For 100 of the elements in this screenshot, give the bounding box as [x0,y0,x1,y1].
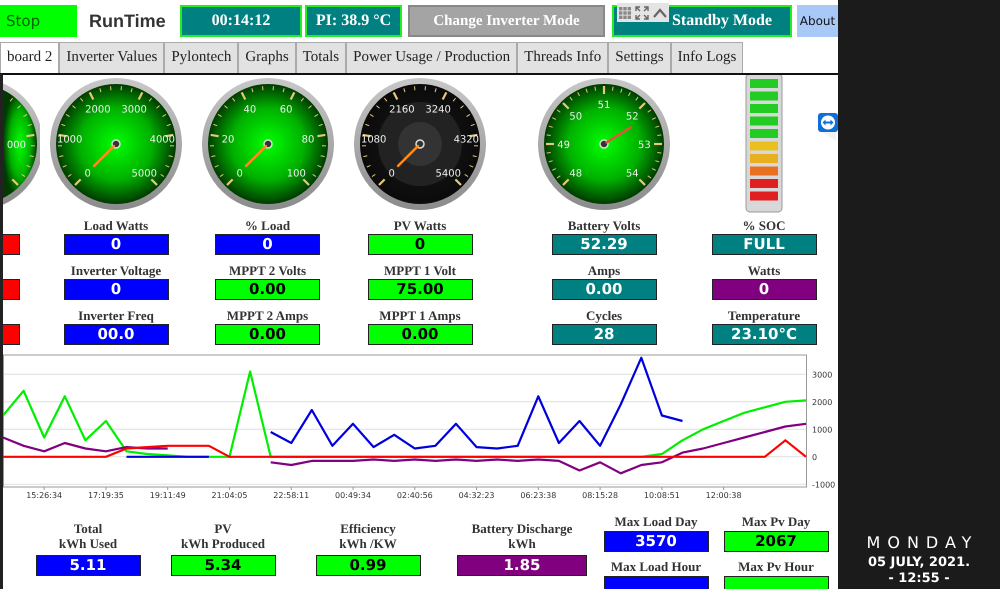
gauge-label: 20 [221,134,234,146]
tab[interactable]: Info Logs [670,42,744,73]
reading-label: Cycles [586,307,622,324]
gauge-label: 48 [569,168,582,180]
value-display: 0.00 [552,279,656,300]
axis-label: 22:58:11 [273,491,310,500]
value-display: 2067 [724,531,828,552]
gauge-label: 0 [236,168,242,180]
gauge-label: 0 [388,168,395,180]
gauge-label: 2000 [85,104,111,116]
gauge-needle [244,144,267,168]
axis-label: 15:26:34 [26,491,62,500]
date-text: 05 JULY, 2021. [868,555,970,571]
gauge-label: 1080 [360,134,386,146]
value-display: 0 [712,279,816,300]
value-display: 5.11 [36,555,140,576]
axis-label: 08:15:28 [582,491,618,500]
reading-label: MPPT 1 Amps [379,307,461,324]
tab[interactable]: Settings [608,42,671,73]
value-display: 0 [64,279,168,300]
value-display: 3570 [604,531,708,552]
gauge-label: 54 [626,168,639,180]
axis-label: 0 [812,452,818,462]
gauge-needle [396,144,420,168]
tab[interactable]: Totals [296,42,346,73]
axis-label: 06:23:38 [520,491,556,500]
reading-label: % Load [244,217,290,234]
tab[interactable]: Power Usage / Production [346,42,518,73]
value-display: 52.29 [552,234,656,255]
stop-button[interactable]: Stop [0,5,77,37]
reading-label: MPPT 2 Volts [228,262,306,279]
reading-label: Temperature [728,307,800,324]
runtime-display: 00:14:12 [180,5,302,37]
reading-label: Inverter Freq [78,307,154,324]
reading-label: PV Watts [394,217,446,234]
stat-label: Max Load Day [614,513,698,531]
tab[interactable]: Inverter Values [59,42,164,73]
axis-label: 19:11:49 [150,491,186,500]
axis-label: 17:19:35 [88,491,124,500]
gauge-label: 0 [84,168,91,180]
axis-label: 00:49:34 [335,491,371,500]
tab[interactable]: Pylontech [164,42,238,73]
gauge-label: 2160 [389,104,415,116]
value-display: 0.00 [215,324,320,345]
grid-icon[interactable] [618,6,632,20]
expand-icon[interactable] [634,6,649,20]
total-label: Total kWh Used [58,521,118,551]
caret-up-icon[interactable] [652,6,668,18]
tab[interactable]: board 2 [0,42,60,73]
gauge-needle [605,126,632,144]
reading-label: Load Watts [84,217,148,234]
gauge-needle [92,144,116,168]
value-display: 00.0 [64,324,168,345]
reading-label: % SOC [742,217,786,234]
axis-label: 1000 [812,425,832,434]
gauge-label: 4320 [454,134,480,146]
value-display: 0.99 [316,555,420,576]
total-label: Battery Discharge kWh [470,521,574,551]
value-display: 5.34 [170,555,276,576]
gauge-label: 4000 [150,134,176,146]
gauge-label: 60 [279,104,292,116]
axis-label: 12:00:38 [706,491,742,500]
stat-label: Max Pv Hour [738,558,814,576]
gauge-label: 3240 [425,104,451,116]
temperature-display: PI: 38.9 °C [305,5,402,37]
gauge-label: 50 [569,112,582,123]
gauge-label: 1000 [56,134,82,146]
clock-time: - 12:55 - [888,571,950,587]
value-display: 0.00 [215,279,320,300]
stat-label: Max Pv Day [742,513,810,531]
gauge-label: 5400 [436,168,461,180]
total-label: PV kWh Produced [181,521,265,551]
gauge-label: 3000 [121,104,147,116]
gauge-label: 80 [301,134,314,146]
gauge-label: 40 [242,104,256,116]
weekday-text: MONDAY [866,533,978,552]
tab[interactable]: Graphs [238,42,296,73]
value-display: 23.10°C [712,324,816,345]
runtime-label: RunTime [89,10,167,33]
value-display: 0.00 [368,324,472,345]
axis-label: 02:40:56 [396,491,433,500]
gauge-label: 100 [286,168,306,180]
value-display: 1.85 [457,555,587,576]
axis-label: 2000 [812,398,832,407]
gauge-label: 51 [598,100,610,111]
reading-label: Battery Volts [568,217,640,234]
gauge-label: 000 [6,140,26,151]
gauge-label: 53 [638,140,651,151]
axis-label: 3000 [812,370,832,380]
total-label: Efficiency kWh /KW [339,521,397,551]
gauge-label: 52 [626,112,639,123]
axis-label: 21:04:05 [212,491,248,500]
tab[interactable]: Threads Info [517,42,608,73]
reading-label: Inverter Voltage [70,262,162,279]
stat-label: Max Load Hour [610,558,702,576]
axis-label: 10:08:51 [644,491,680,500]
value-display: 75.00 [368,279,472,300]
reading-label: MPPT 2 Amps [226,307,308,324]
about-button[interactable]: About [797,5,838,37]
value-display: 0 [368,234,472,255]
